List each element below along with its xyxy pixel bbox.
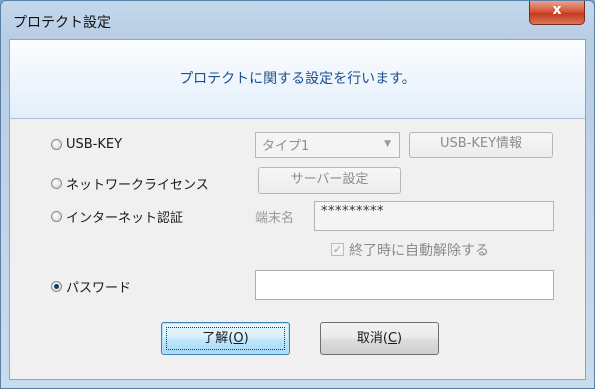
- server-settings-button[interactable]: サーバー設定: [258, 167, 401, 194]
- cancel-button[interactable]: 取消(C): [320, 322, 439, 355]
- usb-type-dropdown[interactable]: タイプ1 ▼: [255, 132, 400, 158]
- header-message: プロテクトに関する設定を行います。: [179, 71, 416, 87]
- usb-type-value: タイプ1: [262, 139, 310, 154]
- auto-release-checkbox[interactable]: ✓: [331, 243, 344, 256]
- auto-release-label: 終了時に自動解除する: [349, 243, 489, 259]
- radio-internet-auth[interactable]: インターネット認証: [51, 207, 183, 226]
- radio-network-license-circle[interactable]: [51, 178, 62, 189]
- radio-usb-key-circle[interactable]: [51, 139, 62, 150]
- focus-ring: [166, 327, 285, 350]
- close-icon: x: [552, 2, 562, 18]
- terminal-name-label: 端末名: [255, 211, 295, 226]
- radio-network-license[interactable]: ネットワークライセンス: [51, 174, 209, 193]
- radio-password[interactable]: パスワード: [51, 277, 131, 296]
- cancel-accelerator: C: [387, 331, 398, 346]
- header-band: プロテクトに関する設定を行います。: [10, 40, 585, 119]
- protect-settings-window: プロテクト設定 x プロテクトに関する設定を行います。 USB-KEY タイプ1…: [0, 0, 595, 389]
- cancel-button-close: ): [397, 331, 403, 346]
- password-input[interactable]: [255, 270, 554, 300]
- ok-button[interactable]: 了解(O): [161, 322, 290, 355]
- close-button[interactable]: x: [529, 1, 585, 25]
- cancel-button-text: 取消(: [356, 331, 388, 346]
- radio-internet-auth-label: インターネット認証: [66, 211, 184, 226]
- radio-usb-key-label: USB-KEY: [66, 137, 123, 152]
- usb-key-info-button[interactable]: USB-KEY情報: [409, 132, 553, 158]
- radio-internet-auth-circle[interactable]: [51, 211, 62, 222]
- radio-usb-key[interactable]: USB-KEY: [51, 137, 122, 152]
- title-bar[interactable]: プロテクト設定 x: [1, 1, 594, 39]
- radio-network-license-label: ネットワークライセンス: [66, 178, 209, 193]
- terminal-name-value: *********: [321, 204, 384, 219]
- chevron-down-icon: ▼: [384, 139, 391, 149]
- radio-password-circle[interactable]: [51, 281, 62, 292]
- terminal-name-field[interactable]: *********: [314, 201, 554, 231]
- window-title: プロテクト設定: [13, 15, 111, 31]
- radio-password-label: パスワード: [66, 281, 132, 296]
